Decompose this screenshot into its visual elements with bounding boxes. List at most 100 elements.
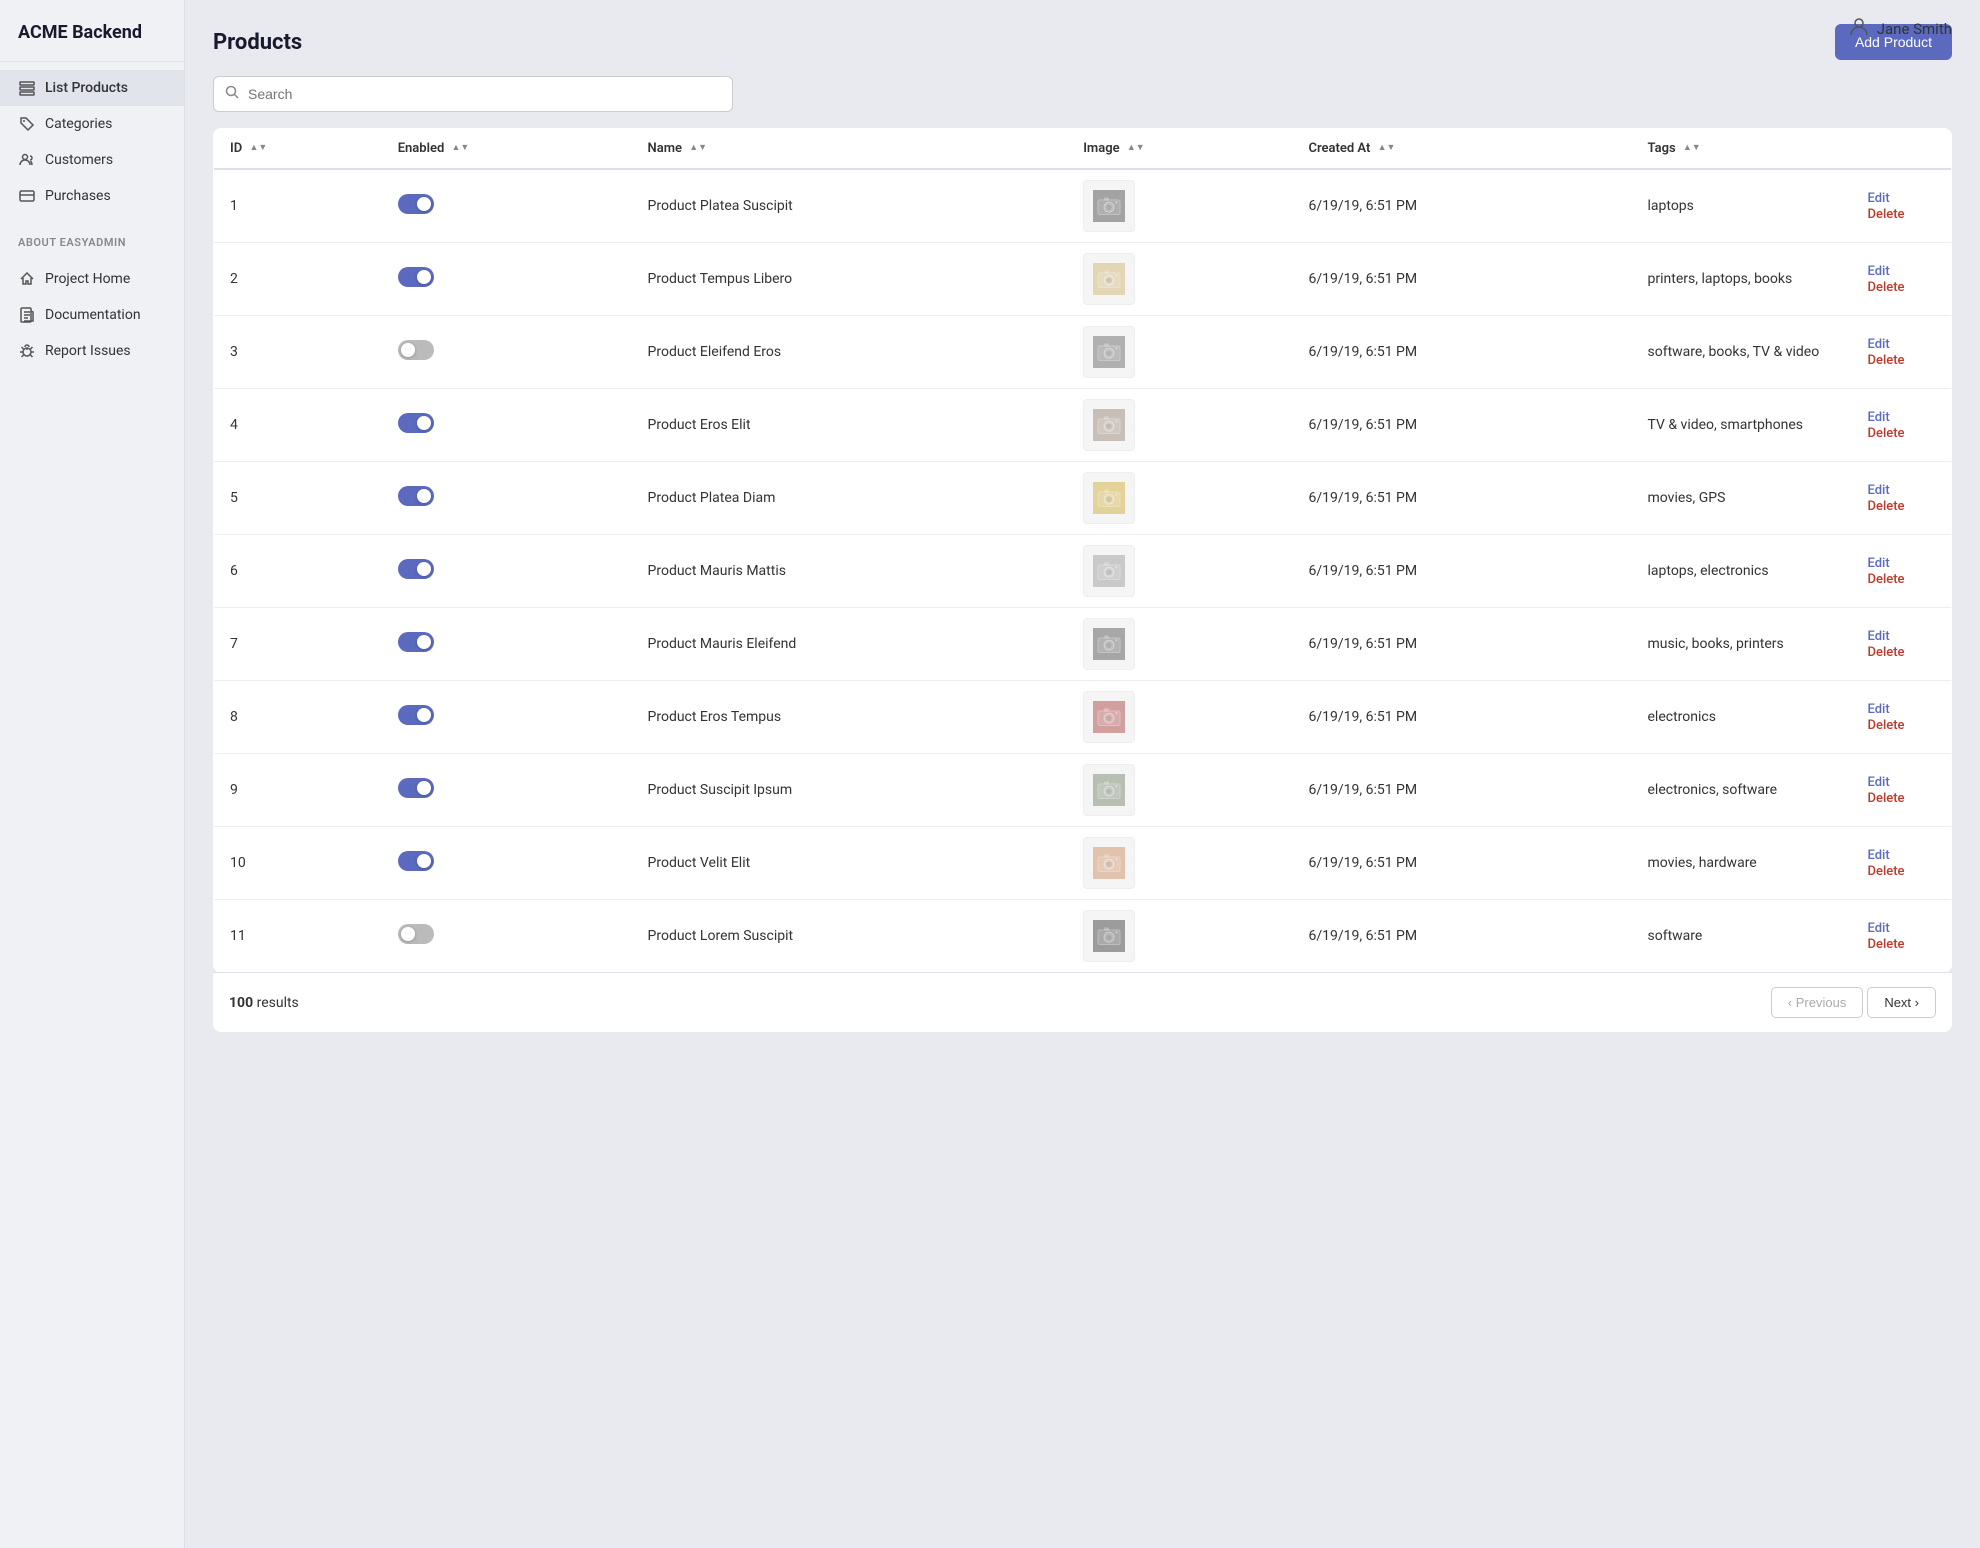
sidebar-item-project-home[interactable]: Project Home	[0, 261, 184, 297]
col-created-at[interactable]: Created At ▲▼	[1292, 129, 1631, 170]
cell-enabled[interactable]	[382, 316, 632, 389]
toggle-switch[interactable]	[398, 924, 434, 944]
table-row: 2 Product Tempus Libero 6/19/19, 6:51 PM…	[214, 243, 1952, 316]
sidebar-item-documentation[interactable]: Documentation	[0, 297, 184, 333]
sidebar-item-report-issues[interactable]: Report Issues	[0, 333, 184, 369]
cell-enabled[interactable]	[382, 389, 632, 462]
edit-link[interactable]: Edit	[1868, 264, 1890, 279]
toggle-switch[interactable]	[398, 413, 434, 433]
col-id[interactable]: ID ▲▼	[214, 129, 382, 170]
bug-icon	[18, 342, 36, 360]
pagination: ‹ Previous Next ›	[1771, 987, 1936, 1018]
edit-link[interactable]: Edit	[1868, 483, 1890, 498]
cell-name: Product Eros Elit	[632, 389, 1068, 462]
edit-link[interactable]: Edit	[1868, 775, 1890, 790]
cell-tags: movies, hardware	[1632, 827, 1852, 900]
toggle-switch[interactable]	[398, 194, 434, 214]
delete-link[interactable]: Delete	[1868, 426, 1905, 441]
edit-link[interactable]: Edit	[1868, 410, 1890, 425]
toggle-track[interactable]	[398, 340, 434, 360]
toggle-track[interactable]	[398, 632, 434, 652]
product-thumbnail	[1083, 764, 1135, 816]
toggle-track[interactable]	[398, 559, 434, 579]
product-thumbnail	[1083, 837, 1135, 889]
delete-link[interactable]: Delete	[1868, 280, 1905, 295]
delete-link[interactable]: Delete	[1868, 207, 1905, 222]
cell-enabled[interactable]	[382, 900, 632, 973]
toggle-switch[interactable]	[398, 267, 434, 287]
toggle-track[interactable]	[398, 705, 434, 725]
edit-link[interactable]: Edit	[1868, 337, 1890, 352]
col-tags[interactable]: Tags ▲▼	[1632, 129, 1852, 170]
col-name[interactable]: Name ▲▼	[632, 129, 1068, 170]
toggle-switch[interactable]	[398, 340, 434, 360]
delete-link[interactable]: Delete	[1868, 791, 1905, 806]
delete-link[interactable]: Delete	[1868, 353, 1905, 368]
edit-link[interactable]: Edit	[1868, 629, 1890, 644]
delete-link[interactable]: Delete	[1868, 718, 1905, 733]
sidebar-item-list-products[interactable]: List Products	[0, 70, 184, 106]
col-enabled[interactable]: Enabled ▲▼	[382, 129, 632, 170]
cell-actions: Edit Delete	[1852, 535, 1952, 608]
toggle-track[interactable]	[398, 851, 434, 871]
toggle-track[interactable]	[398, 413, 434, 433]
doc-icon	[18, 306, 36, 324]
toggle-switch[interactable]	[398, 851, 434, 871]
cell-enabled[interactable]	[382, 608, 632, 681]
edit-link[interactable]: Edit	[1868, 702, 1890, 717]
cell-enabled[interactable]	[382, 827, 632, 900]
cell-name: Product Lorem Suscipit	[632, 900, 1068, 973]
toggle-switch[interactable]	[398, 559, 434, 579]
toggle-switch[interactable]	[398, 778, 434, 798]
cell-image	[1067, 681, 1292, 754]
toggle-thumb	[417, 416, 431, 430]
toggle-track[interactable]	[398, 267, 434, 287]
cell-enabled[interactable]	[382, 681, 632, 754]
sidebar-item-purchases[interactable]: Purchases	[0, 178, 184, 214]
cell-enabled[interactable]	[382, 754, 632, 827]
cell-enabled[interactable]	[382, 535, 632, 608]
cell-created-at: 6/19/19, 6:51 PM	[1292, 608, 1631, 681]
toggle-track[interactable]	[398, 194, 434, 214]
delete-link[interactable]: Delete	[1868, 572, 1905, 587]
cell-actions: Edit Delete	[1852, 827, 1952, 900]
col-image[interactable]: Image ▲▼	[1067, 129, 1292, 170]
toggle-switch[interactable]	[398, 632, 434, 652]
sidebar-item-categories[interactable]: Categories	[0, 106, 184, 142]
prev-button[interactable]: ‹ Previous	[1771, 987, 1864, 1018]
product-thumbnail	[1083, 399, 1135, 451]
table-row: 11 Product Lorem Suscipit 6/19/19, 6:51 …	[214, 900, 1952, 973]
cell-enabled[interactable]	[382, 169, 632, 243]
toggle-track[interactable]	[398, 778, 434, 798]
cell-image	[1067, 169, 1292, 243]
next-button[interactable]: Next ›	[1867, 987, 1936, 1018]
edit-link[interactable]: Edit	[1868, 921, 1890, 936]
sidebar-item-customers[interactable]: Customers	[0, 142, 184, 178]
toggle-track[interactable]	[398, 924, 434, 944]
edit-link[interactable]: Edit	[1868, 848, 1890, 863]
user-avatar-icon	[1849, 16, 1869, 41]
toggle-switch[interactable]	[398, 705, 434, 725]
delete-link[interactable]: Delete	[1868, 937, 1905, 952]
toggle-switch[interactable]	[398, 486, 434, 506]
sidebar-label-categories: Categories	[45, 116, 112, 132]
delete-link[interactable]: Delete	[1868, 645, 1905, 660]
search-input[interactable]	[213, 76, 733, 112]
results-label: results	[257, 995, 299, 1011]
search-wrapper	[213, 76, 1952, 112]
cell-created-at: 6/19/19, 6:51 PM	[1292, 827, 1631, 900]
cell-enabled[interactable]	[382, 243, 632, 316]
sidebar-label-report-issues: Report Issues	[45, 343, 131, 359]
delete-link[interactable]: Delete	[1868, 864, 1905, 879]
edit-link[interactable]: Edit	[1868, 556, 1890, 571]
user-name: Jane Smith	[1877, 20, 1952, 38]
toggle-track[interactable]	[398, 486, 434, 506]
edit-link[interactable]: Edit	[1868, 191, 1890, 206]
product-thumbnail	[1083, 545, 1135, 597]
delete-link[interactable]: Delete	[1868, 499, 1905, 514]
list-icon	[18, 79, 36, 97]
product-thumbnail	[1083, 253, 1135, 305]
cell-enabled[interactable]	[382, 462, 632, 535]
toggle-thumb	[417, 635, 431, 649]
cell-created-at: 6/19/19, 6:51 PM	[1292, 462, 1631, 535]
